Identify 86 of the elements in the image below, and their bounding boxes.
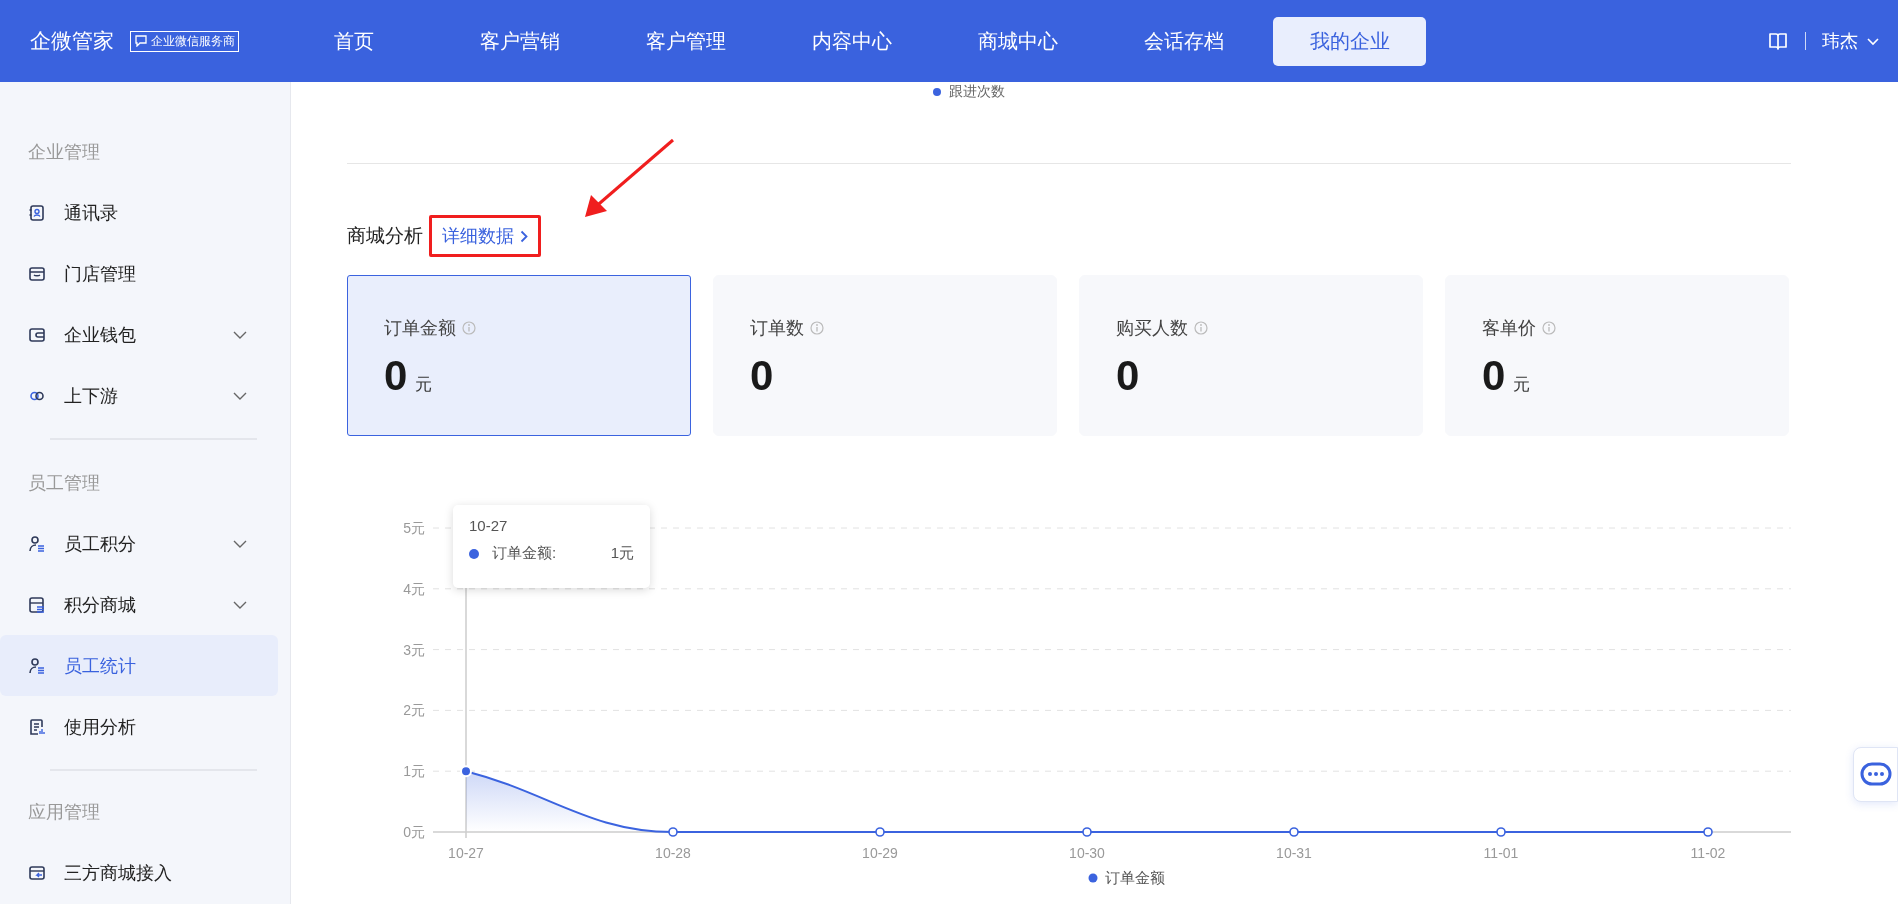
legend-dot <box>469 548 479 559</box>
nav-tab[interactable]: 客户管理 <box>609 16 762 66</box>
nav-tab[interactable]: 商城中心 <box>941 16 1094 66</box>
sidebar-item[interactable]: 积分商城 <box>0 574 278 635</box>
user-coins-icon <box>28 534 46 553</box>
section-title: 商城分析 <box>347 224 423 248</box>
sidebar-item[interactable]: 企业钱包 <box>0 304 278 365</box>
sidebar-item[interactable]: 三方商城接入 <box>0 842 278 903</box>
info-icon <box>1194 321 1208 335</box>
metric-card[interactable]: 订单金额 0 元 <box>347 275 691 436</box>
metric-unit: 元 <box>1513 374 1531 396</box>
x-axis-label: 10-30 <box>1069 845 1105 861</box>
x-axis-label: 11-02 <box>1690 845 1726 861</box>
legend-label: 跟进次数 <box>949 83 1005 101</box>
chat-bubble-icon <box>134 35 148 47</box>
data-point[interactable] <box>875 827 885 837</box>
book-icon[interactable] <box>1767 30 1789 52</box>
data-point[interactable] <box>1289 827 1299 837</box>
metric-value: 0 <box>1116 352 1140 400</box>
legend-label: 订单金额 <box>1105 869 1165 886</box>
nav-tab[interactable]: 客户营销 <box>443 16 596 66</box>
chat-button[interactable] <box>1853 747 1898 802</box>
data-point[interactable] <box>668 827 678 837</box>
y-axis-label: 4元 <box>403 580 425 597</box>
chevron-down-icon <box>232 329 248 340</box>
chevron-down-icon <box>232 390 248 401</box>
metric-label: 订单金额 <box>384 317 456 340</box>
section-heading: 员工管理 <box>27 472 101 495</box>
chevron-right-icon <box>520 229 528 243</box>
user-name[interactable]: 玮杰 <box>1822 29 1858 53</box>
logo-text: 企微管家 <box>30 28 114 54</box>
document-chart-icon <box>28 717 46 736</box>
x-axis-label: 10-29 <box>862 845 898 861</box>
info-icon <box>462 321 476 335</box>
sidebar-item[interactable]: 员工积分 <box>0 513 278 574</box>
x-axis-label: 11-01 <box>1483 845 1519 861</box>
metric-label: 购买人数 <box>1116 317 1188 340</box>
data-point[interactable] <box>1496 827 1506 837</box>
sidebar-item[interactable]: 门店管理 <box>0 243 278 304</box>
caret-icon[interactable] <box>1866 36 1880 46</box>
metric-card[interactable]: 订单数 0 <box>713 275 1057 436</box>
x-axis-label: 10-31 <box>1276 845 1312 861</box>
chevron-down-icon <box>232 599 248 610</box>
address-book-icon <box>28 203 46 222</box>
legend-dot <box>933 88 941 96</box>
section-heading: 企业管理 <box>27 141 101 164</box>
data-point[interactable] <box>1082 827 1092 837</box>
nav-tab[interactable]: 首页 <box>277 16 430 66</box>
info-icon <box>1542 321 1556 335</box>
y-axis-label: 0元 <box>403 824 425 840</box>
metric-card[interactable]: 客单价 0 元 <box>1445 275 1789 436</box>
info-icon <box>810 321 824 335</box>
legend-item[interactable]: 订单金额 <box>1088 869 1165 886</box>
metric-value: 0 <box>384 352 408 400</box>
sidebar-item[interactable]: 通讯录 <box>0 182 278 243</box>
storefront-icon <box>28 264 46 283</box>
service-badge: 企业微信服务商 <box>130 30 239 52</box>
metric-label: 订单数 <box>750 317 804 340</box>
user-coins-icon <box>28 656 46 675</box>
metric-unit: 元 <box>415 374 433 396</box>
y-axis-label: 3元 <box>403 641 425 658</box>
x-axis-label: 10-28 <box>655 845 691 861</box>
section-heading: 应用管理 <box>27 801 101 824</box>
tooltip-value: 1元 <box>610 544 634 563</box>
sidebar-item[interactable]: 使用分析 <box>0 696 278 757</box>
chat-bubble-icon <box>1859 761 1892 788</box>
metric-value: 0 <box>750 352 774 400</box>
tooltip-label: 订单金额: <box>492 544 557 563</box>
metric-label: 客单价 <box>1482 317 1536 340</box>
nav-tab[interactable]: 会话存档 <box>1107 16 1260 66</box>
details-link[interactable]: 详细数据 <box>442 224 528 248</box>
y-axis-label: 5元 <box>403 520 425 536</box>
chevron-down-icon <box>232 538 248 549</box>
sidebar-item[interactable]: 上下游 <box>0 365 278 426</box>
wallet-icon <box>28 325 46 344</box>
nav-tab[interactable]: 内容中心 <box>775 16 928 66</box>
metric-card[interactable]: 购买人数 0 <box>1079 275 1423 436</box>
y-axis-label: 2元 <box>403 702 425 719</box>
data-point[interactable] <box>1703 827 1713 837</box>
nav-tab[interactable]: 我的企业 <box>1273 16 1426 66</box>
sidebar-item[interactable]: 员工统计 <box>0 635 278 696</box>
metric-value: 0 <box>1482 352 1506 400</box>
x-axis-label: 10-27 <box>448 845 484 861</box>
y-axis-label: 1元 <box>403 763 425 780</box>
box-coins-icon <box>28 595 46 614</box>
tooltip-date: 10-27 <box>469 517 509 534</box>
